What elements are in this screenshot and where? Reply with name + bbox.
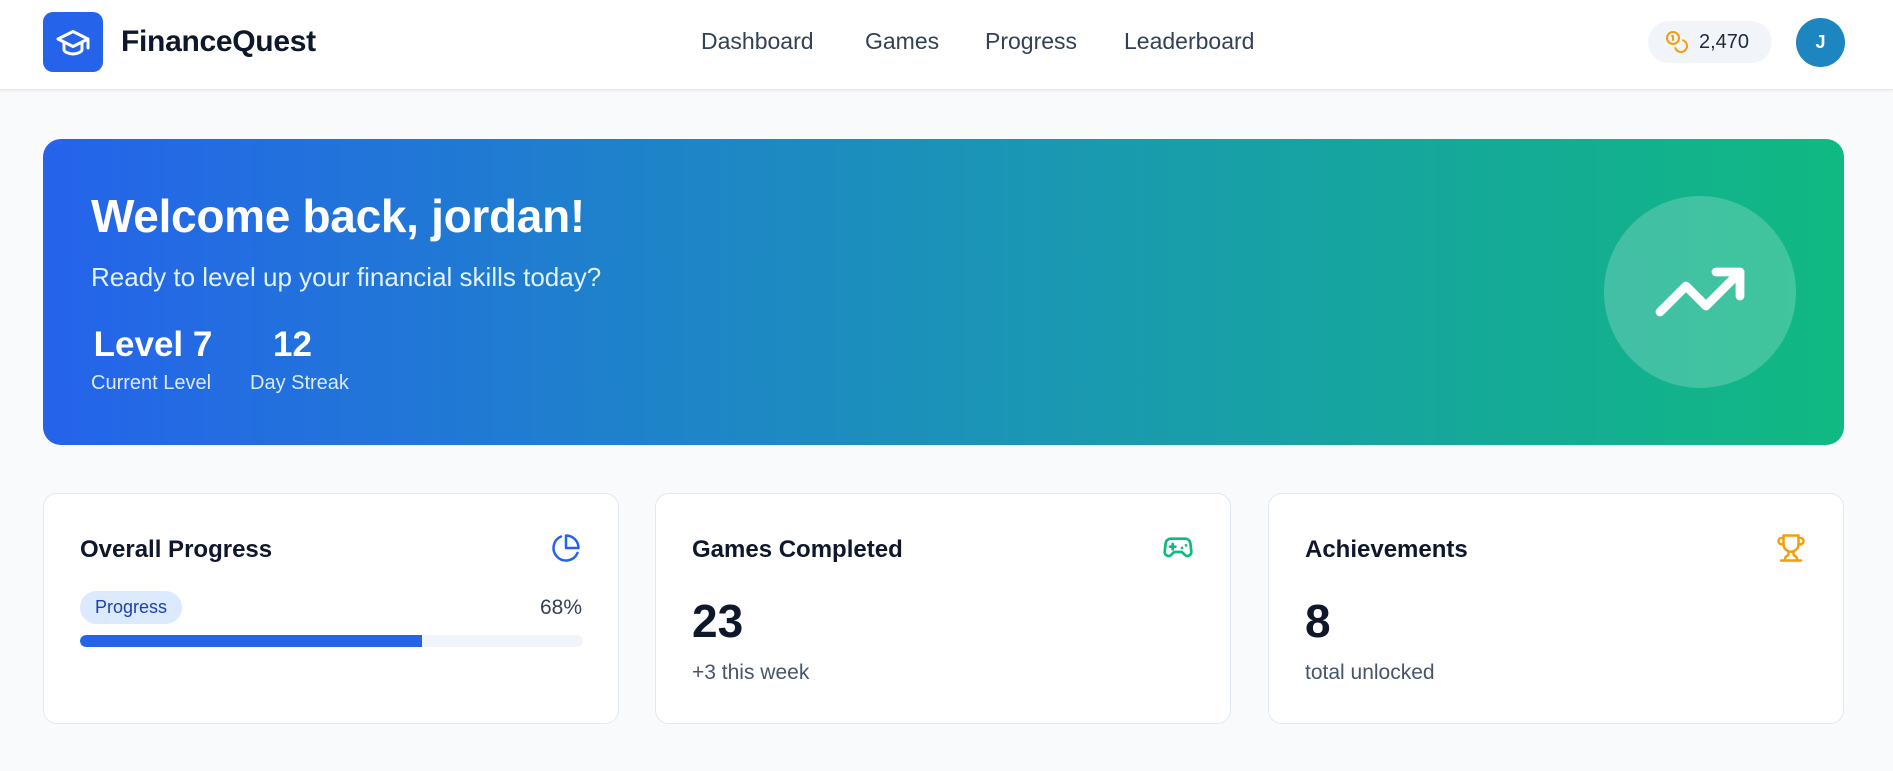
achievements-count: 8 xyxy=(1305,595,1331,647)
nav-dashboard[interactable]: Dashboard xyxy=(701,28,814,55)
games-count: 23 xyxy=(692,595,744,647)
coin-balance[interactable]: 2,470 xyxy=(1648,21,1772,63)
achievements-card: Achievements 8 total unlocked xyxy=(1268,493,1844,724)
brand-name[interactable]: FinanceQuest xyxy=(121,25,316,59)
nav-leaderboard[interactable]: Leaderboard xyxy=(1124,28,1254,55)
progress-percent: 68% xyxy=(539,596,582,619)
streak-label: Day Streak xyxy=(250,372,349,394)
pie-chart-icon xyxy=(550,532,582,564)
overall-progress-card: Overall Progress Progress 68% xyxy=(43,493,619,724)
level-value: Level 7 xyxy=(93,325,213,364)
nav-games[interactable]: Games xyxy=(865,28,939,55)
logo[interactable] xyxy=(43,12,103,72)
user-avatar[interactable]: J xyxy=(1796,18,1845,67)
games-weekly-note: +3 this week xyxy=(692,661,810,684)
graduation-cap-icon xyxy=(56,30,90,56)
welcome-subtitle: Ready to level up your financial skills … xyxy=(91,262,602,292)
welcome-title: Welcome back, jordan! xyxy=(91,190,585,242)
card-title: Achievements xyxy=(1305,536,1468,563)
nav-progress[interactable]: Progress xyxy=(985,28,1077,55)
top-navbar: FinanceQuest Dashboard Games Progress Le… xyxy=(0,0,1893,90)
streak-value: 12 xyxy=(273,325,312,364)
coin-count: 2,470 xyxy=(1699,30,1750,53)
level-label: Current Level xyxy=(91,372,212,394)
progress-bar-fill xyxy=(80,635,423,647)
welcome-banner: Welcome back, jordan! Ready to level up … xyxy=(43,139,1844,445)
progress-bar xyxy=(80,635,583,647)
card-title: Games Completed xyxy=(692,536,903,563)
coins-icon xyxy=(1666,31,1688,53)
achievements-note: total unlocked xyxy=(1305,661,1435,684)
trophy-icon xyxy=(1775,532,1807,564)
card-title: Overall Progress xyxy=(80,536,273,563)
trending-up-icon xyxy=(1655,267,1745,317)
hero-badge xyxy=(1604,196,1796,388)
gamepad-icon xyxy=(1162,532,1194,564)
progress-pill: Progress xyxy=(80,591,183,624)
games-completed-card: Games Completed 23 +3 this week xyxy=(655,493,1231,724)
